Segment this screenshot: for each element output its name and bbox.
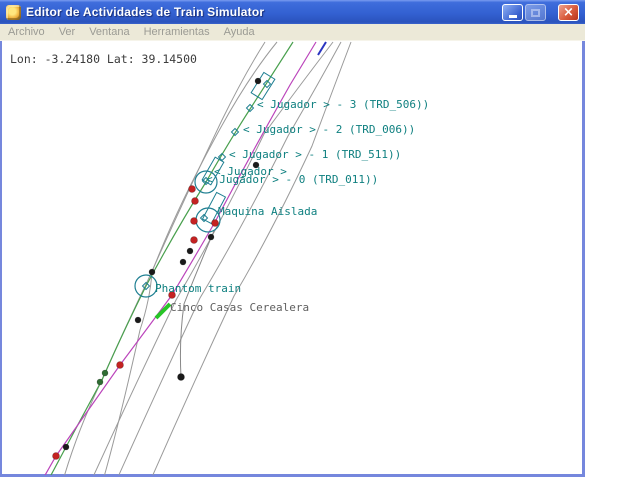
title-bar[interactable]: Editor de Actividades de Train Simulator… bbox=[0, 0, 585, 24]
map-label[interactable]: Cinco Casas Cerealera bbox=[170, 301, 309, 314]
menu-item-archivo[interactable]: Archivo bbox=[8, 26, 45, 38]
green-waypoint-dot[interactable] bbox=[97, 379, 103, 385]
close-icon: × bbox=[563, 6, 574, 19]
minimize-icon bbox=[509, 15, 517, 18]
track-line bbox=[64, 42, 265, 475]
app-window: Editor de Actividades de Train Simulator… bbox=[0, 0, 585, 477]
window-title: Editor de Actividades de Train Simulator bbox=[26, 5, 264, 19]
black-waypoint-dot[interactable] bbox=[180, 259, 186, 265]
red-waypoint-dot[interactable] bbox=[117, 362, 124, 369]
menu-item-ventana[interactable]: Ventana bbox=[89, 26, 129, 38]
menu-bar: Archivo Ver Ventana Herramientas Ayuda bbox=[0, 24, 585, 41]
map-label[interactable]: < Jugador > - 2 (TRD_006)) bbox=[243, 123, 415, 136]
red-waypoint-dot[interactable] bbox=[53, 453, 60, 460]
map-label[interactable]: < Jugador > - 0 (TRD_011)) bbox=[206, 173, 378, 186]
red-waypoint-dot[interactable] bbox=[212, 220, 219, 227]
menu-item-herramientas[interactable]: Herramientas bbox=[144, 26, 210, 38]
black-waypoint-dot[interactable] bbox=[149, 269, 155, 275]
green-waypoint-dot[interactable] bbox=[102, 370, 108, 376]
red-waypoint-dot[interactable] bbox=[191, 237, 198, 244]
black-waypoint-dot[interactable] bbox=[187, 248, 193, 254]
minimize-button[interactable] bbox=[502, 4, 523, 21]
red-waypoint-dot[interactable] bbox=[192, 198, 199, 205]
menu-item-ayuda[interactable]: Ayuda bbox=[224, 26, 255, 38]
black-waypoint-dot[interactable] bbox=[255, 78, 261, 84]
map-label[interactable]: Maquina Aislada bbox=[218, 205, 317, 218]
maximize-button[interactable] bbox=[525, 4, 546, 21]
black-waypoint-dot[interactable] bbox=[63, 444, 69, 450]
black-waypoint-dot[interactable] bbox=[135, 317, 141, 323]
maximize-icon bbox=[531, 9, 540, 17]
close-button[interactable]: × bbox=[558, 4, 579, 21]
black-waypoint-dot[interactable] bbox=[178, 374, 185, 381]
red-waypoint-dot[interactable] bbox=[189, 186, 196, 193]
menu-item-ver[interactable]: Ver bbox=[59, 26, 76, 38]
consist-box[interactable] bbox=[251, 72, 275, 99]
map-label[interactable]: Phantom train bbox=[155, 282, 241, 295]
map-canvas[interactable]: < Jugador > - 3 (TRD_506)) < Jugador > - … bbox=[2, 41, 583, 475]
app-icon[interactable] bbox=[6, 5, 21, 20]
map-label[interactable]: < Jugador > - 3 (TRD_506)) bbox=[257, 98, 429, 111]
red-waypoint-dot[interactable] bbox=[191, 218, 198, 225]
desktop: { "window": { "title": "Editor de Activi… bbox=[0, 0, 640, 480]
map-label[interactable]: < Jugador > - 1 (TRD_511)) bbox=[229, 148, 401, 161]
black-waypoint-dot[interactable] bbox=[208, 234, 214, 240]
